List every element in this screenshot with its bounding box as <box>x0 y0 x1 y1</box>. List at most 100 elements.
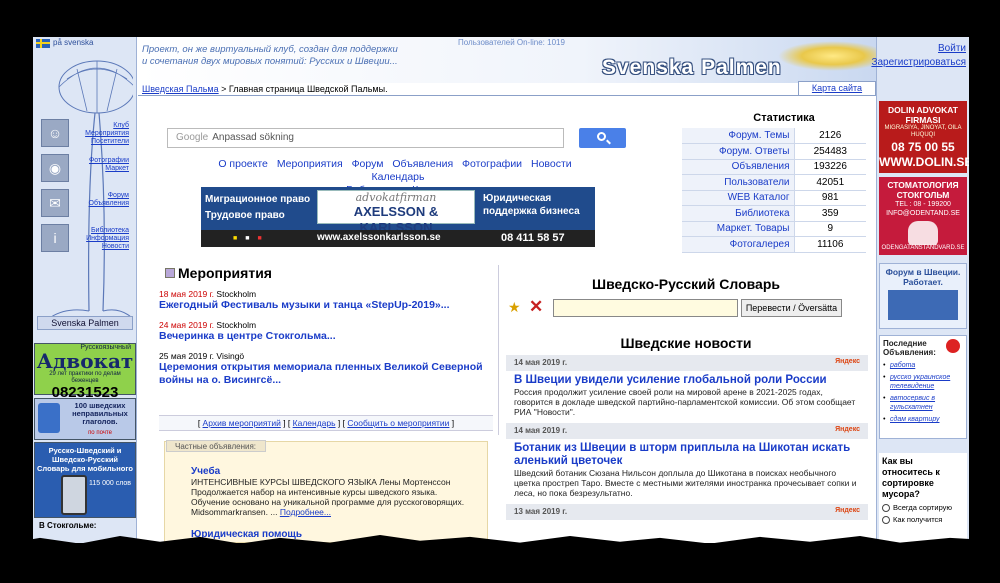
yandex-logo-icon: Яндекс <box>835 507 860 514</box>
stats-label[interactable]: Форум. Ответы <box>719 146 790 157</box>
event-title[interactable]: Церемония открытия мемориала пленных Вел… <box>159 361 483 386</box>
left-sidebar: på svenska ☺ Клуб Мероприятия Посетители… <box>33 37 137 543</box>
ad-dental-banner[interactable]: СТОМАТОЛОГИЯ СТОКГОЛЬМ TEL : 08 - 199200… <box>879 177 967 255</box>
nav-library-label[interactable]: Библиотека Информация Новости <box>71 227 129 251</box>
event-title[interactable]: Вечеринка в центре Стокгольма... <box>159 330 336 342</box>
stats-label[interactable]: Маркет. Товары <box>717 223 790 234</box>
clear-icon[interactable]: ✕ <box>529 297 543 317</box>
more-link[interactable]: Подробнее... <box>280 507 331 517</box>
nav-club[interactable]: ☺ Клуб Мероприятия Посетители <box>41 119 131 147</box>
login-link[interactable]: Войти <box>938 43 966 54</box>
nav-events[interactable]: Мероприятия <box>277 158 343 170</box>
ad-dict-text: Русско-Шведский и Шведско-Русский Словар… <box>37 446 133 473</box>
events-archive-link[interactable]: Архив мероприятий <box>203 418 281 428</box>
nav-forum[interactable]: ✉ Форум Объявления <box>41 189 131 217</box>
latest-ads: Последние Объявления: работа русско укра… <box>879 335 967 439</box>
breadcrumb-home[interactable]: Шведская Пальма <box>142 84 219 94</box>
news-title: Шведские новости <box>620 335 752 351</box>
table-row: Форум. Темы 2126 <box>682 128 866 144</box>
club-icon: ☺ <box>41 119 69 147</box>
table-row: WEB Каталог 981 <box>682 190 866 206</box>
stats-label[interactable]: Объявления <box>732 161 790 172</box>
torn-edge-decoration <box>0 535 1000 583</box>
ad-verbs-banner[interactable]: 100 шведских неправильных глаголов. по п… <box>34 398 136 440</box>
nav-club-label[interactable]: Клуб Мероприятия Посетители <box>71 122 129 146</box>
stats-value: 11106 <box>793 236 866 253</box>
stats-value: 254483 <box>793 143 866 160</box>
nav-ads[interactable]: Объявления <box>392 158 453 170</box>
nav-forum-link[interactable]: Форум <box>352 158 384 170</box>
poll: Как вы относитесь к сортировке мусора? В… <box>879 453 967 543</box>
table-row: Библиотека 359 <box>682 205 866 222</box>
search-input[interactable]: Google Anpassad sökning <box>167 128 564 148</box>
table-row: Маркет. Товары 9 <box>682 221 866 237</box>
stats-label[interactable]: WEB Каталог <box>728 192 790 203</box>
dictionary-input[interactable] <box>553 299 738 317</box>
poll-question: Как вы относитесь к сортировке мусора? <box>882 456 940 499</box>
register-link[interactable]: Зарегистрироваться <box>871 57 966 68</box>
ad-dolin-banner[interactable]: DOLIN ADVOKAT FIRMASI MIGRASIYA, JINOYAT… <box>879 101 969 173</box>
radio-button[interactable] <box>882 503 890 512</box>
ad-link[interactable]: автосервис в гульсхатнен <box>890 395 935 411</box>
ad-link[interactable]: сдам квартиру <box>890 416 939 423</box>
search-icon <box>597 132 606 141</box>
radio-button[interactable] <box>882 515 890 524</box>
events-calendar-link[interactable]: Календарь <box>293 418 336 428</box>
stats-label[interactable]: Пользователи <box>724 177 789 188</box>
stats-label[interactable]: Фотогалерея <box>730 239 790 250</box>
law-firm-banner[interactable]: Миграционное право Трудовое право advokat… <box>201 187 595 247</box>
stats-label[interactable]: Библиотека <box>735 208 789 219</box>
nav-photos-link[interactable]: Фотографии <box>462 158 522 170</box>
stats-label[interactable]: Форум. Темы <box>728 130 789 141</box>
online-counter: Пользователей On-line: 1019 <box>458 38 565 47</box>
search-button[interactable] <box>579 128 626 148</box>
poll-option[interactable]: Как получится <box>882 515 964 524</box>
news-headline[interactable]: Ботаник из Швеции в шторм приплыла на Ши… <box>514 442 850 467</box>
events-report-link[interactable]: Сообщить о мероприятии <box>347 418 449 428</box>
banner-phone: 08 411 58 57 <box>501 232 565 244</box>
auth-links: Войти Зарегистрироваться <box>871 42 966 70</box>
breadcrumb-sep: > <box>218 84 229 94</box>
private-ads: Частные объявления: Учеба ИНТЕНСИВНЫЕ КУ… <box>164 440 488 543</box>
banner-left-1: Миграционное право <box>205 194 311 205</box>
ad-advokat-sub: 29 лет практики по делам беженцев <box>49 371 121 384</box>
banner-url: www.axelssonkarlsson.se <box>317 232 441 243</box>
yandex-logo-icon: Яндекс <box>835 426 860 433</box>
ad-dictionary-banner[interactable]: Русско-Шведский и Шведско-Русский Словар… <box>34 442 136 518</box>
stats-value: 42051 <box>793 174 866 191</box>
palm-label[interactable]: Svenska Palmen <box>37 316 133 330</box>
list-item: 25 мая 2019 г. Visingö Церемония открыти… <box>159 351 498 387</box>
private-ad-body: ИНТЕНСИВНЫЕ КУРСЫ ШВЕДСКОГО ЯЗЫКА Лены М… <box>191 477 471 517</box>
star-icon[interactable]: ★ <box>508 299 521 316</box>
events-section: Мероприятия 18 мая 2019 г. Stockholm Еже… <box>159 265 499 435</box>
private-ad-title[interactable]: Учеба <box>191 466 220 477</box>
news-date: 13 мая 2019 г. <box>506 504 868 520</box>
site-logo[interactable]: Svenska Palmen <box>602 56 782 80</box>
google-brand: Google <box>176 132 209 143</box>
news-date: 14 мая 2019 г. <box>506 423 868 439</box>
ad-link[interactable]: русско украинское телевидение <box>890 374 950 390</box>
right-sidebar: Войти Зарегистрироваться DOLIN ADVOKAT F… <box>871 37 969 543</box>
language-link[interactable]: på svenska <box>53 38 93 47</box>
translate-button[interactable]: Перевести / Översätta <box>741 299 842 317</box>
sitemap-link[interactable]: Карта сайта <box>798 81 876 95</box>
news-headline[interactable]: В Швеции увидели усиление глобальной рол… <box>514 374 827 386</box>
info-icon: i <box>41 224 69 252</box>
nav-about[interactable]: О проекте <box>218 158 268 170</box>
events-footer: [ Архив мероприятий ] [ Календарь ] [ Со… <box>159 415 493 431</box>
ad-advokat-banner[interactable]: Русскоязычный Адвокат 29 лет практики по… <box>34 343 136 400</box>
ad-dolin-sub: MIGRASIYA, JINOYAT, OILA HUQUQI <box>884 125 962 138</box>
news-item: 14 мая 2019 г. Яндекс Ботаник из Швеции … <box>506 423 868 504</box>
nav-calendar[interactable]: Календарь <box>372 171 425 183</box>
ad-link[interactable]: работа <box>890 362 915 369</box>
poll-option-label: Всегда сортирую <box>893 503 953 512</box>
nav-news[interactable]: Новости <box>531 158 572 170</box>
event-title[interactable]: Ежегодный Фестиваль музыки и танца «Step… <box>159 299 450 311</box>
nav-photos[interactable]: ◉ Фотографии Маркет <box>41 154 131 182</box>
nav-photos-label[interactable]: Фотографии Маркет <box>71 157 129 173</box>
poll-option[interactable]: Всегда сортирую <box>882 503 964 512</box>
nav-forum-label[interactable]: Форум Объявления <box>71 192 130 208</box>
swedish-flag-icon[interactable] <box>36 39 50 48</box>
nav-library[interactable]: i Библиотека Информация Новости <box>41 224 131 252</box>
ad-forum-banner[interactable]: Форум в Швеции. Работает. <box>879 263 967 329</box>
